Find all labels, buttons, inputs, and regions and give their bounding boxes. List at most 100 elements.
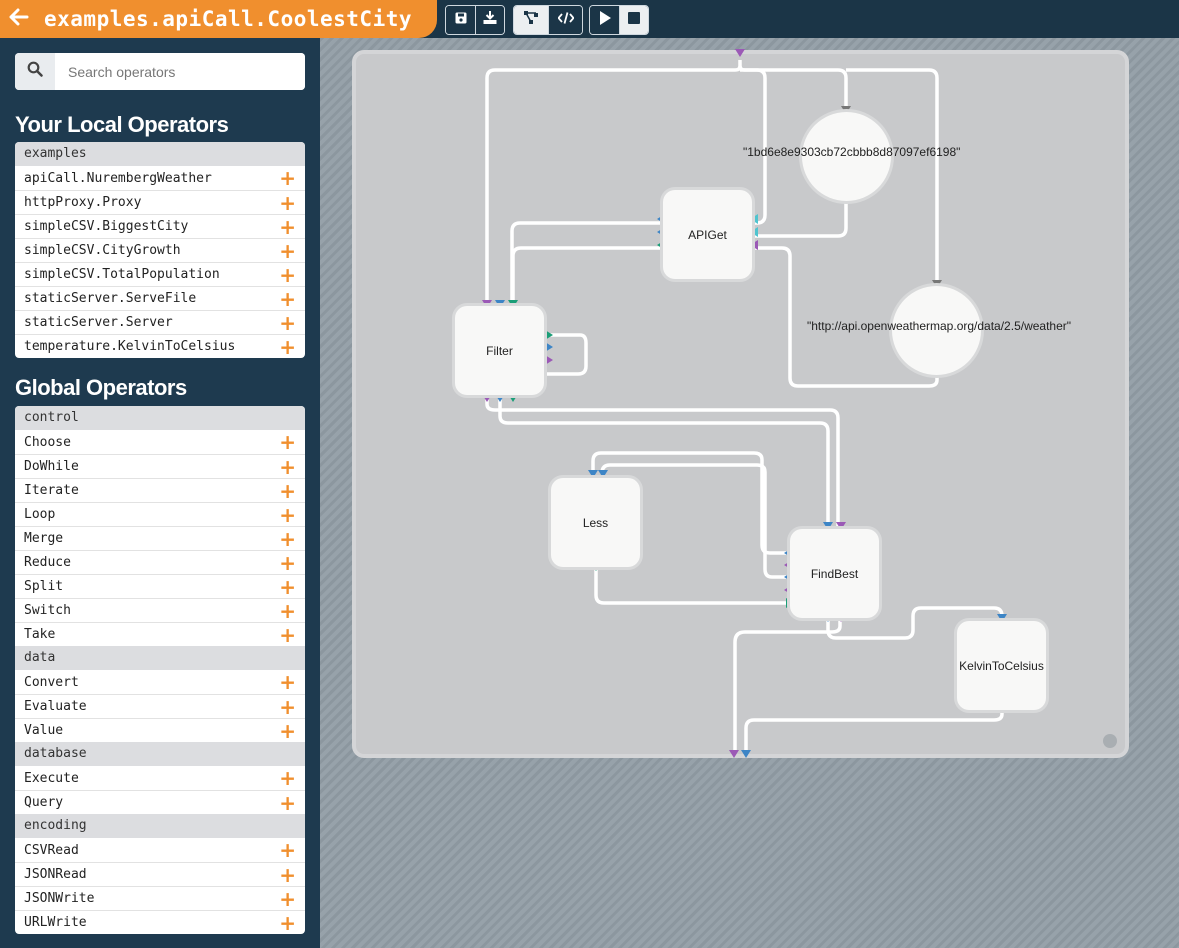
- add-operator-icon[interactable]: +: [279, 241, 296, 261]
- add-operator-icon[interactable]: +: [279, 217, 296, 237]
- stop-button[interactable]: [619, 6, 648, 34]
- operator-item[interactable]: CSVRead +: [15, 838, 305, 862]
- add-operator-icon[interactable]: +: [279, 193, 296, 213]
- operator-item[interactable]: Loop +: [15, 502, 305, 526]
- add-operator-icon[interactable]: +: [279, 672, 296, 692]
- operator-item[interactable]: simpleCSV.TotalPopulation +: [15, 262, 305, 286]
- search-input[interactable]: [55, 53, 305, 90]
- add-operator-icon[interactable]: +: [279, 697, 296, 717]
- connection-wire[interactable]: [744, 712, 1004, 752]
- operator-item[interactable]: Convert +: [15, 670, 305, 694]
- add-operator-icon[interactable]: +: [279, 577, 296, 597]
- add-operator-icon[interactable]: +: [279, 625, 296, 645]
- add-operator-icon[interactable]: +: [279, 529, 296, 549]
- visual-editor-button[interactable]: [514, 6, 548, 34]
- category-header: encoding: [15, 814, 305, 838]
- arrow-left-icon: [9, 5, 29, 33]
- connection-wire[interactable]: [510, 221, 661, 304]
- operator-item[interactable]: Value +: [15, 718, 305, 742]
- port-icon[interactable]: [735, 49, 745, 57]
- back-button[interactable]: [0, 5, 38, 33]
- operator-item[interactable]: simpleCSV.CityGrowth +: [15, 238, 305, 262]
- add-operator-icon[interactable]: +: [279, 601, 296, 621]
- operator-item[interactable]: Take +: [15, 622, 305, 646]
- connection-wire[interactable]: [594, 569, 788, 605]
- editor-canvas[interactable]: APIGet Filter Less FindBest KelvinToCels…: [320, 38, 1179, 948]
- port-icon[interactable]: [495, 394, 505, 402]
- category-header: control: [15, 406, 305, 430]
- node-apiget[interactable]: APIGet: [663, 190, 752, 279]
- operator-item[interactable]: staticServer.ServeFile +: [15, 286, 305, 310]
- port-icon[interactable]: [545, 342, 553, 352]
- connection-wire[interactable]: [740, 68, 848, 110]
- operator-item[interactable]: temperature.KelvinToCelsius +: [15, 334, 305, 358]
- operator-item[interactable]: Merge +: [15, 526, 305, 550]
- node-kelvin-to-celsius[interactable]: KelvinToCelsius: [957, 621, 1046, 710]
- add-operator-icon[interactable]: +: [279, 457, 296, 477]
- operator-item[interactable]: staticServer.Server +: [15, 310, 305, 334]
- add-operator-icon[interactable]: +: [279, 432, 296, 452]
- operator-item[interactable]: simpleCSV.BiggestCity +: [15, 214, 305, 238]
- port-icon[interactable]: [741, 750, 751, 758]
- add-operator-icon[interactable]: +: [279, 889, 296, 909]
- add-operator-icon[interactable]: +: [279, 313, 296, 333]
- operator-item[interactable]: Evaluate +: [15, 694, 305, 718]
- operator-item[interactable]: Switch +: [15, 598, 305, 622]
- operator-item[interactable]: Execute +: [15, 766, 305, 790]
- connection-wire[interactable]: [546, 333, 588, 376]
- save-button[interactable]: [446, 6, 475, 34]
- search-button[interactable]: [15, 53, 55, 90]
- node-less[interactable]: Less: [551, 478, 640, 567]
- operator-name: Take: [24, 627, 56, 642]
- port-icon[interactable]: [482, 394, 492, 402]
- add-operator-icon[interactable]: +: [279, 913, 296, 933]
- port-icon[interactable]: [729, 750, 739, 758]
- port-icon[interactable]: [545, 355, 553, 365]
- operator-item[interactable]: DoWhile +: [15, 454, 305, 478]
- operator-name: simpleCSV.TotalPopulation: [24, 267, 220, 282]
- operator-name: Value: [24, 723, 64, 738]
- add-operator-icon[interactable]: +: [279, 865, 296, 885]
- connection-wire[interactable]: [498, 398, 830, 526]
- run-button[interactable]: [590, 6, 619, 34]
- add-operator-icon[interactable]: +: [279, 337, 296, 357]
- node-label: FindBest: [810, 566, 859, 581]
- operator-item[interactable]: Query +: [15, 790, 305, 814]
- port-icon[interactable]: [508, 394, 518, 402]
- add-operator-icon[interactable]: +: [279, 265, 296, 285]
- node-findbest[interactable]: FindBest: [790, 529, 879, 618]
- operator-item[interactable]: Split +: [15, 574, 305, 598]
- connection-wire[interactable]: [733, 620, 842, 752]
- operator-sidebar: Your Local Operators examplesapiCall.Nur…: [0, 38, 320, 948]
- port-icon[interactable]: [545, 330, 553, 340]
- add-operator-icon[interactable]: +: [279, 505, 296, 525]
- add-operator-icon[interactable]: +: [279, 721, 296, 741]
- connection-wire[interactable]: [511, 246, 661, 304]
- add-operator-icon[interactable]: +: [279, 289, 296, 309]
- connection-wire[interactable]: [485, 398, 840, 526]
- operator-item[interactable]: Reduce +: [15, 550, 305, 574]
- port-icon[interactable]: [588, 470, 598, 478]
- download-button[interactable]: [475, 6, 504, 34]
- code-icon: [556, 11, 575, 29]
- save-icon: [455, 11, 467, 29]
- operator-name: Evaluate: [24, 699, 87, 714]
- add-operator-icon[interactable]: +: [279, 481, 296, 501]
- local-operators-title: Your Local Operators: [15, 112, 229, 137]
- operator-item[interactable]: URLWrite +: [15, 910, 305, 934]
- add-operator-icon[interactable]: +: [279, 840, 296, 860]
- operator-item[interactable]: JSONWrite +: [15, 886, 305, 910]
- port-icon[interactable]: [598, 470, 608, 478]
- add-operator-icon[interactable]: +: [279, 768, 296, 788]
- connection-wire[interactable]: [754, 203, 848, 238]
- add-operator-icon[interactable]: +: [279, 168, 296, 188]
- add-operator-icon[interactable]: +: [279, 553, 296, 573]
- add-operator-icon[interactable]: +: [279, 793, 296, 813]
- node-filter[interactable]: Filter: [455, 306, 544, 395]
- operator-item[interactable]: Choose +: [15, 430, 305, 454]
- operator-item[interactable]: JSONRead +: [15, 862, 305, 886]
- code-editor-button[interactable]: [548, 6, 582, 34]
- operator-item[interactable]: httpProxy.Proxy +: [15, 190, 305, 214]
- operator-item[interactable]: Iterate +: [15, 478, 305, 502]
- operator-item[interactable]: apiCall.NurembergWeather +: [15, 166, 305, 190]
